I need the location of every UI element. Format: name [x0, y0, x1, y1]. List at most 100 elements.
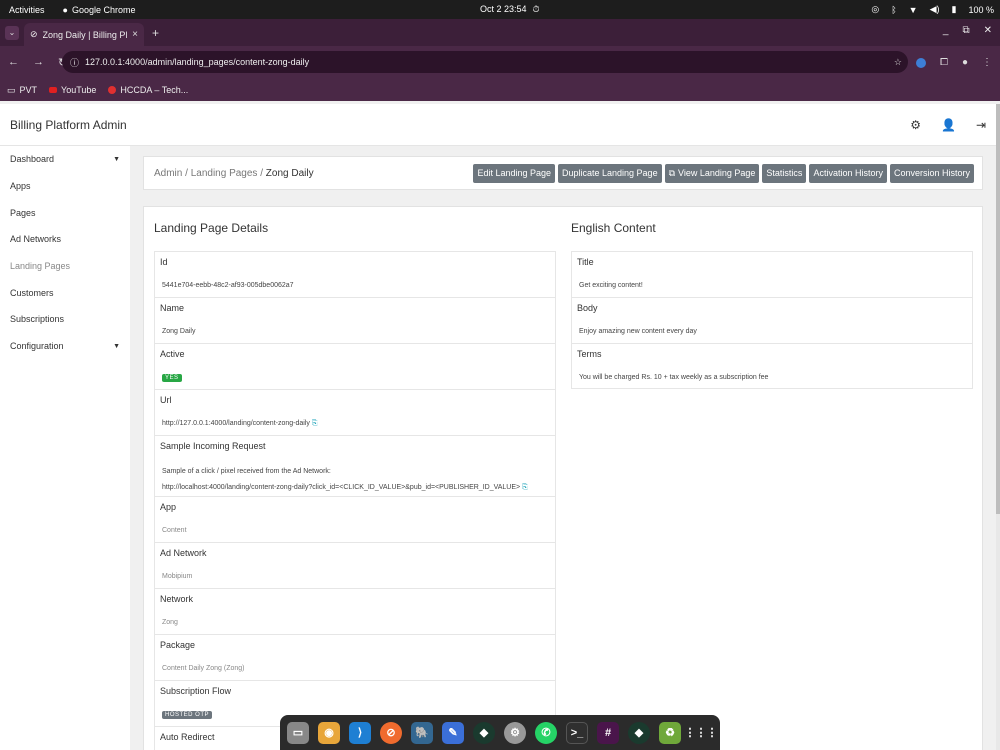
menu-kebab-icon[interactable]: ⋮ — [982, 57, 992, 68]
terminal-icon[interactable]: >_ — [566, 721, 588, 744]
user-icon[interactable]: 👤 — [941, 118, 956, 132]
site-info-icon[interactable]: ⓘ — [70, 56, 79, 69]
new-tab-icon[interactable]: + — [152, 26, 159, 40]
sidebar-item-pages[interactable]: Pages — [0, 199, 130, 226]
activation-history-button[interactable]: Activation History — [809, 163, 887, 183]
view-landing-page-label: View Landing Page — [678, 168, 756, 178]
sidebar: Dashboard ▼ Apps Pages Ad Networks Landi… — [0, 146, 130, 750]
settings-gear-icon[interactable]: ⚙ — [910, 118, 921, 132]
extensions-puzzle-icon[interactable]: ⧠ — [940, 57, 948, 68]
field-label: App — [160, 502, 177, 512]
chrome-dock-icon[interactable]: ◉ — [318, 721, 340, 744]
sidebar-item-label: Pages — [10, 207, 36, 218]
app-title[interactable]: Billing Platform Admin — [10, 118, 127, 132]
breadcrumb: Admin / Landing Pages / Zong Daily — [154, 168, 314, 179]
system-tray[interactable]: ◎ ᛒ ▼ ◀) ▮ 100 % — [871, 4, 994, 15]
sidebar-item-apps[interactable]: Apps — [0, 173, 130, 200]
field-name: Name Zong Daily — [154, 297, 556, 343]
field-body: Body Enjoy amazing new content every day — [571, 297, 973, 343]
sidebar-item-dashboard[interactable]: Dashboard ▼ — [0, 146, 130, 173]
extension-icon[interactable] — [915, 57, 926, 68]
conversion-history-button[interactable]: Conversion History — [889, 163, 974, 183]
tab-title: Zong Daily | Billing Platf — [42, 29, 128, 40]
sidebar-item-label: Customers — [10, 287, 54, 298]
logout-icon[interactable]: ⇥ — [976, 118, 986, 132]
active-app-indicator[interactable]: ● Google Chrome — [63, 5, 136, 15]
field-label: Ad Network — [160, 548, 207, 558]
trash-icon[interactable]: ♻ — [659, 721, 681, 744]
whatsapp-icon[interactable]: ✆ — [535, 721, 557, 744]
field-value[interactable]: Mobipium — [162, 573, 192, 580]
subscription-flow-badge: HOSTED OTP — [162, 711, 213, 719]
minimize-icon[interactable]: _ — [943, 25, 949, 36]
slack-icon[interactable]: # — [597, 721, 619, 744]
browser-toolbar: ← → ↻ ⓘ 127.0.0.1:4000/admin/landing_pag… — [0, 46, 1000, 79]
copy-icon[interactable]: ⎘ — [312, 420, 318, 427]
field-app: App Content — [154, 496, 556, 542]
breadcrumb-admin-link[interactable]: Admin — [154, 168, 182, 179]
external-link-icon: ⧉ — [668, 167, 676, 178]
field-value[interactable]: Content Daily Zong (Zong) — [162, 665, 244, 672]
url-text: 127.0.0.1:4000/admin/landing_pages/conte… — [85, 57, 310, 67]
duplicate-landing-page-button[interactable]: Duplicate Landing Page — [558, 163, 662, 183]
browser-tab-active[interactable]: ⊘ Zong Daily | Billing Platf × — [24, 23, 144, 46]
field-title: Title Get exciting content! — [571, 251, 973, 297]
statistics-button[interactable]: Statistics — [762, 163, 807, 183]
activities-button[interactable]: Activities — [9, 5, 45, 15]
page-scrollbar[interactable] — [996, 104, 1000, 750]
sidebar-item-label: Dashboard — [10, 154, 55, 165]
edit-landing-page-button[interactable]: Edit Landing Page — [473, 163, 555, 183]
field-value: 5441e704-eebb-48c2-af93-005dbe0062a7 — [162, 282, 294, 289]
clock[interactable]: Oct 2 23:54 ⏱ — [480, 4, 540, 15]
globe-icon: ⊘ — [30, 29, 38, 39]
postgres-icon[interactable]: 🐘 — [411, 721, 433, 744]
field-label: Subscription Flow — [160, 686, 232, 696]
files-icon[interactable]: ▭ — [287, 721, 309, 744]
profile-avatar[interactable]: ● — [962, 57, 968, 68]
ubuntu-icon: ◎ — [871, 4, 880, 14]
settings-dock-icon[interactable]: ⚙ — [504, 721, 526, 744]
battery-text: 100 % — [968, 4, 994, 15]
close-tab-icon[interactable]: × — [132, 29, 138, 40]
sidebar-item-configuration[interactable]: Configuration ▼ — [0, 333, 130, 360]
sidebar-item-subscriptions[interactable]: Subscriptions — [0, 306, 130, 333]
back-icon[interactable]: ← — [8, 56, 19, 69]
vscode-icon[interactable]: ⟩ — [349, 721, 371, 744]
bookmark-star-icon[interactable]: ☆ — [894, 57, 902, 68]
forward-icon[interactable]: → — [33, 56, 44, 69]
english-content-heading: English Content — [571, 221, 656, 235]
bookmark-hccda[interactable]: HCCDA – Tech... — [108, 85, 188, 95]
text-editor-icon[interactable]: ✎ — [442, 721, 464, 744]
caret-down-icon: ▼ — [113, 342, 120, 350]
field-label: Package — [160, 640, 196, 650]
tab-search-button[interactable]: ⌄ — [5, 25, 19, 40]
window-controls: _ ⧉ ✕ — [943, 25, 992, 36]
field-value: Sample of a click / pixel received from … — [162, 468, 331, 475]
sidebar-item-ad-networks[interactable]: Ad Networks — [0, 226, 130, 253]
restore-icon[interactable]: ⧉ — [962, 25, 969, 36]
postman-icon[interactable]: ⊘ — [380, 721, 402, 744]
breadcrumb-bar: Admin / Landing Pages / Zong Daily Edit … — [143, 156, 983, 190]
bookmark-youtube[interactable]: YouTube — [49, 85, 96, 95]
field-label: Terms — [577, 349, 602, 359]
close-window-icon[interactable]: ✕ — [984, 25, 992, 36]
field-label: Body — [577, 303, 598, 313]
breadcrumb-current: Zong Daily — [265, 167, 314, 179]
bookmark-label: HCCDA – Tech... — [120, 85, 189, 95]
bookmark-pvt[interactable]: ▭ PVT — [7, 85, 37, 96]
field-value[interactable]: Zong — [162, 619, 178, 626]
sidebar-item-customers[interactable]: Customers — [0, 279, 130, 306]
show-apps-grid-icon[interactable]: ⋮⋮⋮ — [685, 722, 718, 744]
mongodb-icon[interactable]: ◆ — [628, 721, 650, 744]
mongodb-compass-icon[interactable]: ◆ — [473, 721, 495, 744]
caret-down-icon: ▼ — [113, 155, 120, 163]
field-value[interactable]: Content — [162, 527, 187, 534]
copy-icon[interactable]: ⎘ — [522, 484, 528, 491]
scrollbar-thumb[interactable] — [996, 104, 1000, 514]
sidebar-item-landing-pages[interactable]: Landing Pages — [0, 253, 130, 280]
landing-page-details-list: Id 5441e704-eebb-48c2-af93-005dbe0062a7 … — [154, 251, 556, 750]
field-label: Network — [160, 594, 194, 604]
view-landing-page-button[interactable]: ⧉ View Landing Page — [664, 163, 760, 183]
address-bar[interactable]: ⓘ 127.0.0.1:4000/admin/landing_pages/con… — [62, 51, 908, 73]
breadcrumb-landing-pages-link[interactable]: Landing Pages — [191, 168, 258, 179]
